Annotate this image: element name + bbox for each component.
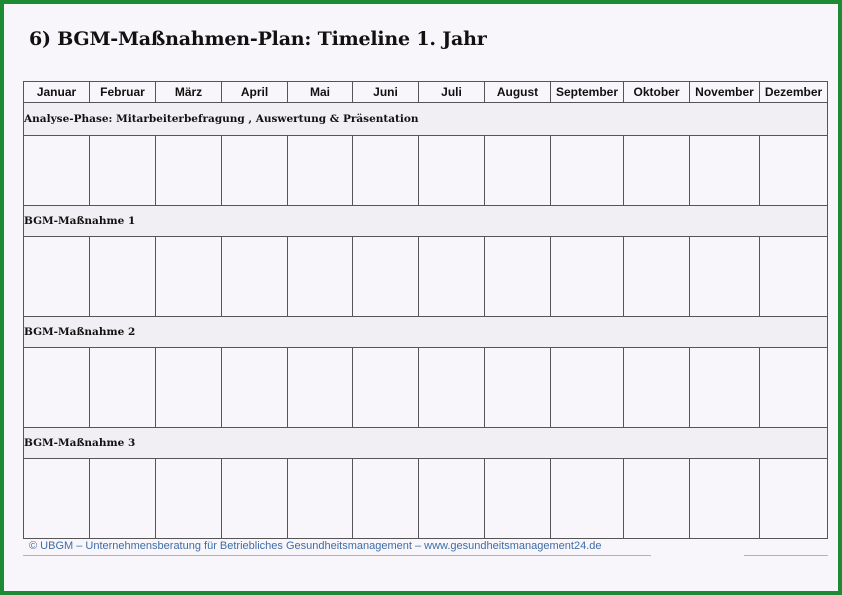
month-header: Juni bbox=[352, 81, 419, 103]
timeline-cell[interactable] bbox=[352, 236, 419, 317]
section-row: BGM-Maßnahme 2 bbox=[23, 316, 828, 348]
month-header: September bbox=[550, 81, 624, 103]
timeline-cell[interactable] bbox=[418, 236, 485, 317]
month-header: Februar bbox=[89, 81, 156, 103]
timeline-cell[interactable] bbox=[550, 135, 624, 206]
page: 6) BGM-Maßnahmen-Plan: Timeline 1. Jahr … bbox=[4, 4, 838, 591]
timeline-cell[interactable] bbox=[550, 236, 624, 317]
timeline-cell[interactable] bbox=[155, 347, 222, 428]
timeline-cell[interactable] bbox=[287, 347, 353, 428]
timeline-cell[interactable] bbox=[23, 458, 90, 539]
timeline-cell[interactable] bbox=[689, 347, 760, 428]
month-header: August bbox=[484, 81, 551, 103]
timeline-cell[interactable] bbox=[550, 458, 624, 539]
section-label-analyse: Analyse-Phase: Mitarbeiterbefragung , Au… bbox=[23, 102, 828, 136]
timeline-cell[interactable] bbox=[155, 135, 222, 206]
timeline-cell[interactable] bbox=[89, 347, 156, 428]
timeline-cell[interactable] bbox=[759, 236, 828, 317]
timeline-row bbox=[23, 135, 828, 206]
month-header: Mai bbox=[287, 81, 353, 103]
month-header: April bbox=[221, 81, 288, 103]
timeline-row bbox=[23, 347, 828, 428]
month-header: März bbox=[155, 81, 222, 103]
timeline-cell[interactable] bbox=[155, 458, 222, 539]
timeline-cell[interactable] bbox=[689, 135, 760, 206]
timeline-cell[interactable] bbox=[89, 135, 156, 206]
month-header-row: Januar Februar März April Mai Juni Juli … bbox=[23, 81, 828, 103]
timeline-cell[interactable] bbox=[484, 458, 551, 539]
timeline-row bbox=[23, 236, 828, 317]
timeline-cell[interactable] bbox=[623, 236, 690, 317]
timeline-cell[interactable] bbox=[623, 458, 690, 539]
timeline-cell[interactable] bbox=[623, 347, 690, 428]
timeline-cell[interactable] bbox=[689, 236, 760, 317]
section-label-massnahme-1: BGM-Maßnahme 1 bbox=[23, 205, 828, 237]
timeline-cell[interactable] bbox=[550, 347, 624, 428]
timeline-cell[interactable] bbox=[287, 458, 353, 539]
footer-divider bbox=[744, 555, 828, 556]
timeline-cell[interactable] bbox=[89, 458, 156, 539]
month-header: November bbox=[689, 81, 760, 103]
timeline-cell[interactable] bbox=[352, 347, 419, 428]
section-row: BGM-Maßnahme 1 bbox=[23, 205, 828, 237]
timeline-cell[interactable] bbox=[23, 236, 90, 317]
timeline-cell[interactable] bbox=[287, 135, 353, 206]
timeline-cell[interactable] bbox=[689, 458, 760, 539]
timeline-cell[interactable] bbox=[484, 236, 551, 317]
timeline-cell[interactable] bbox=[23, 135, 90, 206]
timeline-cell[interactable] bbox=[23, 347, 90, 428]
month-header: Juli bbox=[418, 81, 485, 103]
timeline-cell[interactable] bbox=[418, 135, 485, 206]
timeline-table: Januar Februar März April Mai Juni Juli … bbox=[23, 81, 828, 539]
section-label-massnahme-3: BGM-Maßnahme 3 bbox=[23, 427, 828, 459]
timeline-cell[interactable] bbox=[155, 236, 222, 317]
month-header: Januar bbox=[23, 81, 90, 103]
timeline-cell[interactable] bbox=[418, 458, 485, 539]
timeline-cell[interactable] bbox=[352, 458, 419, 539]
footer-divider bbox=[23, 555, 651, 556]
timeline-cell[interactable] bbox=[759, 458, 828, 539]
section-row: Analyse-Phase: Mitarbeiterbefragung , Au… bbox=[23, 102, 828, 136]
month-header: Oktober bbox=[623, 81, 690, 103]
timeline-cell[interactable] bbox=[352, 135, 419, 206]
document-title: 6) BGM-Maßnahmen-Plan: Timeline 1. Jahr bbox=[29, 28, 487, 50]
timeline-cell[interactable] bbox=[287, 236, 353, 317]
timeline-cell[interactable] bbox=[221, 236, 288, 317]
timeline-cell[interactable] bbox=[759, 135, 828, 206]
month-header: Dezember bbox=[759, 81, 828, 103]
timeline-cell[interactable] bbox=[221, 347, 288, 428]
footer-copyright: © UBGM – Unternehmensberatung für Betrie… bbox=[29, 540, 602, 552]
section-label-massnahme-2: BGM-Maßnahme 2 bbox=[23, 316, 828, 348]
timeline-cell[interactable] bbox=[418, 347, 485, 428]
timeline-cell[interactable] bbox=[221, 458, 288, 539]
timeline-cell[interactable] bbox=[484, 347, 551, 428]
timeline-cell[interactable] bbox=[623, 135, 690, 206]
section-row: BGM-Maßnahme 3 bbox=[23, 427, 828, 459]
timeline-cell[interactable] bbox=[759, 347, 828, 428]
timeline-row bbox=[23, 458, 828, 539]
timeline-cell[interactable] bbox=[89, 236, 156, 317]
timeline-cell[interactable] bbox=[221, 135, 288, 206]
timeline-cell[interactable] bbox=[484, 135, 551, 206]
